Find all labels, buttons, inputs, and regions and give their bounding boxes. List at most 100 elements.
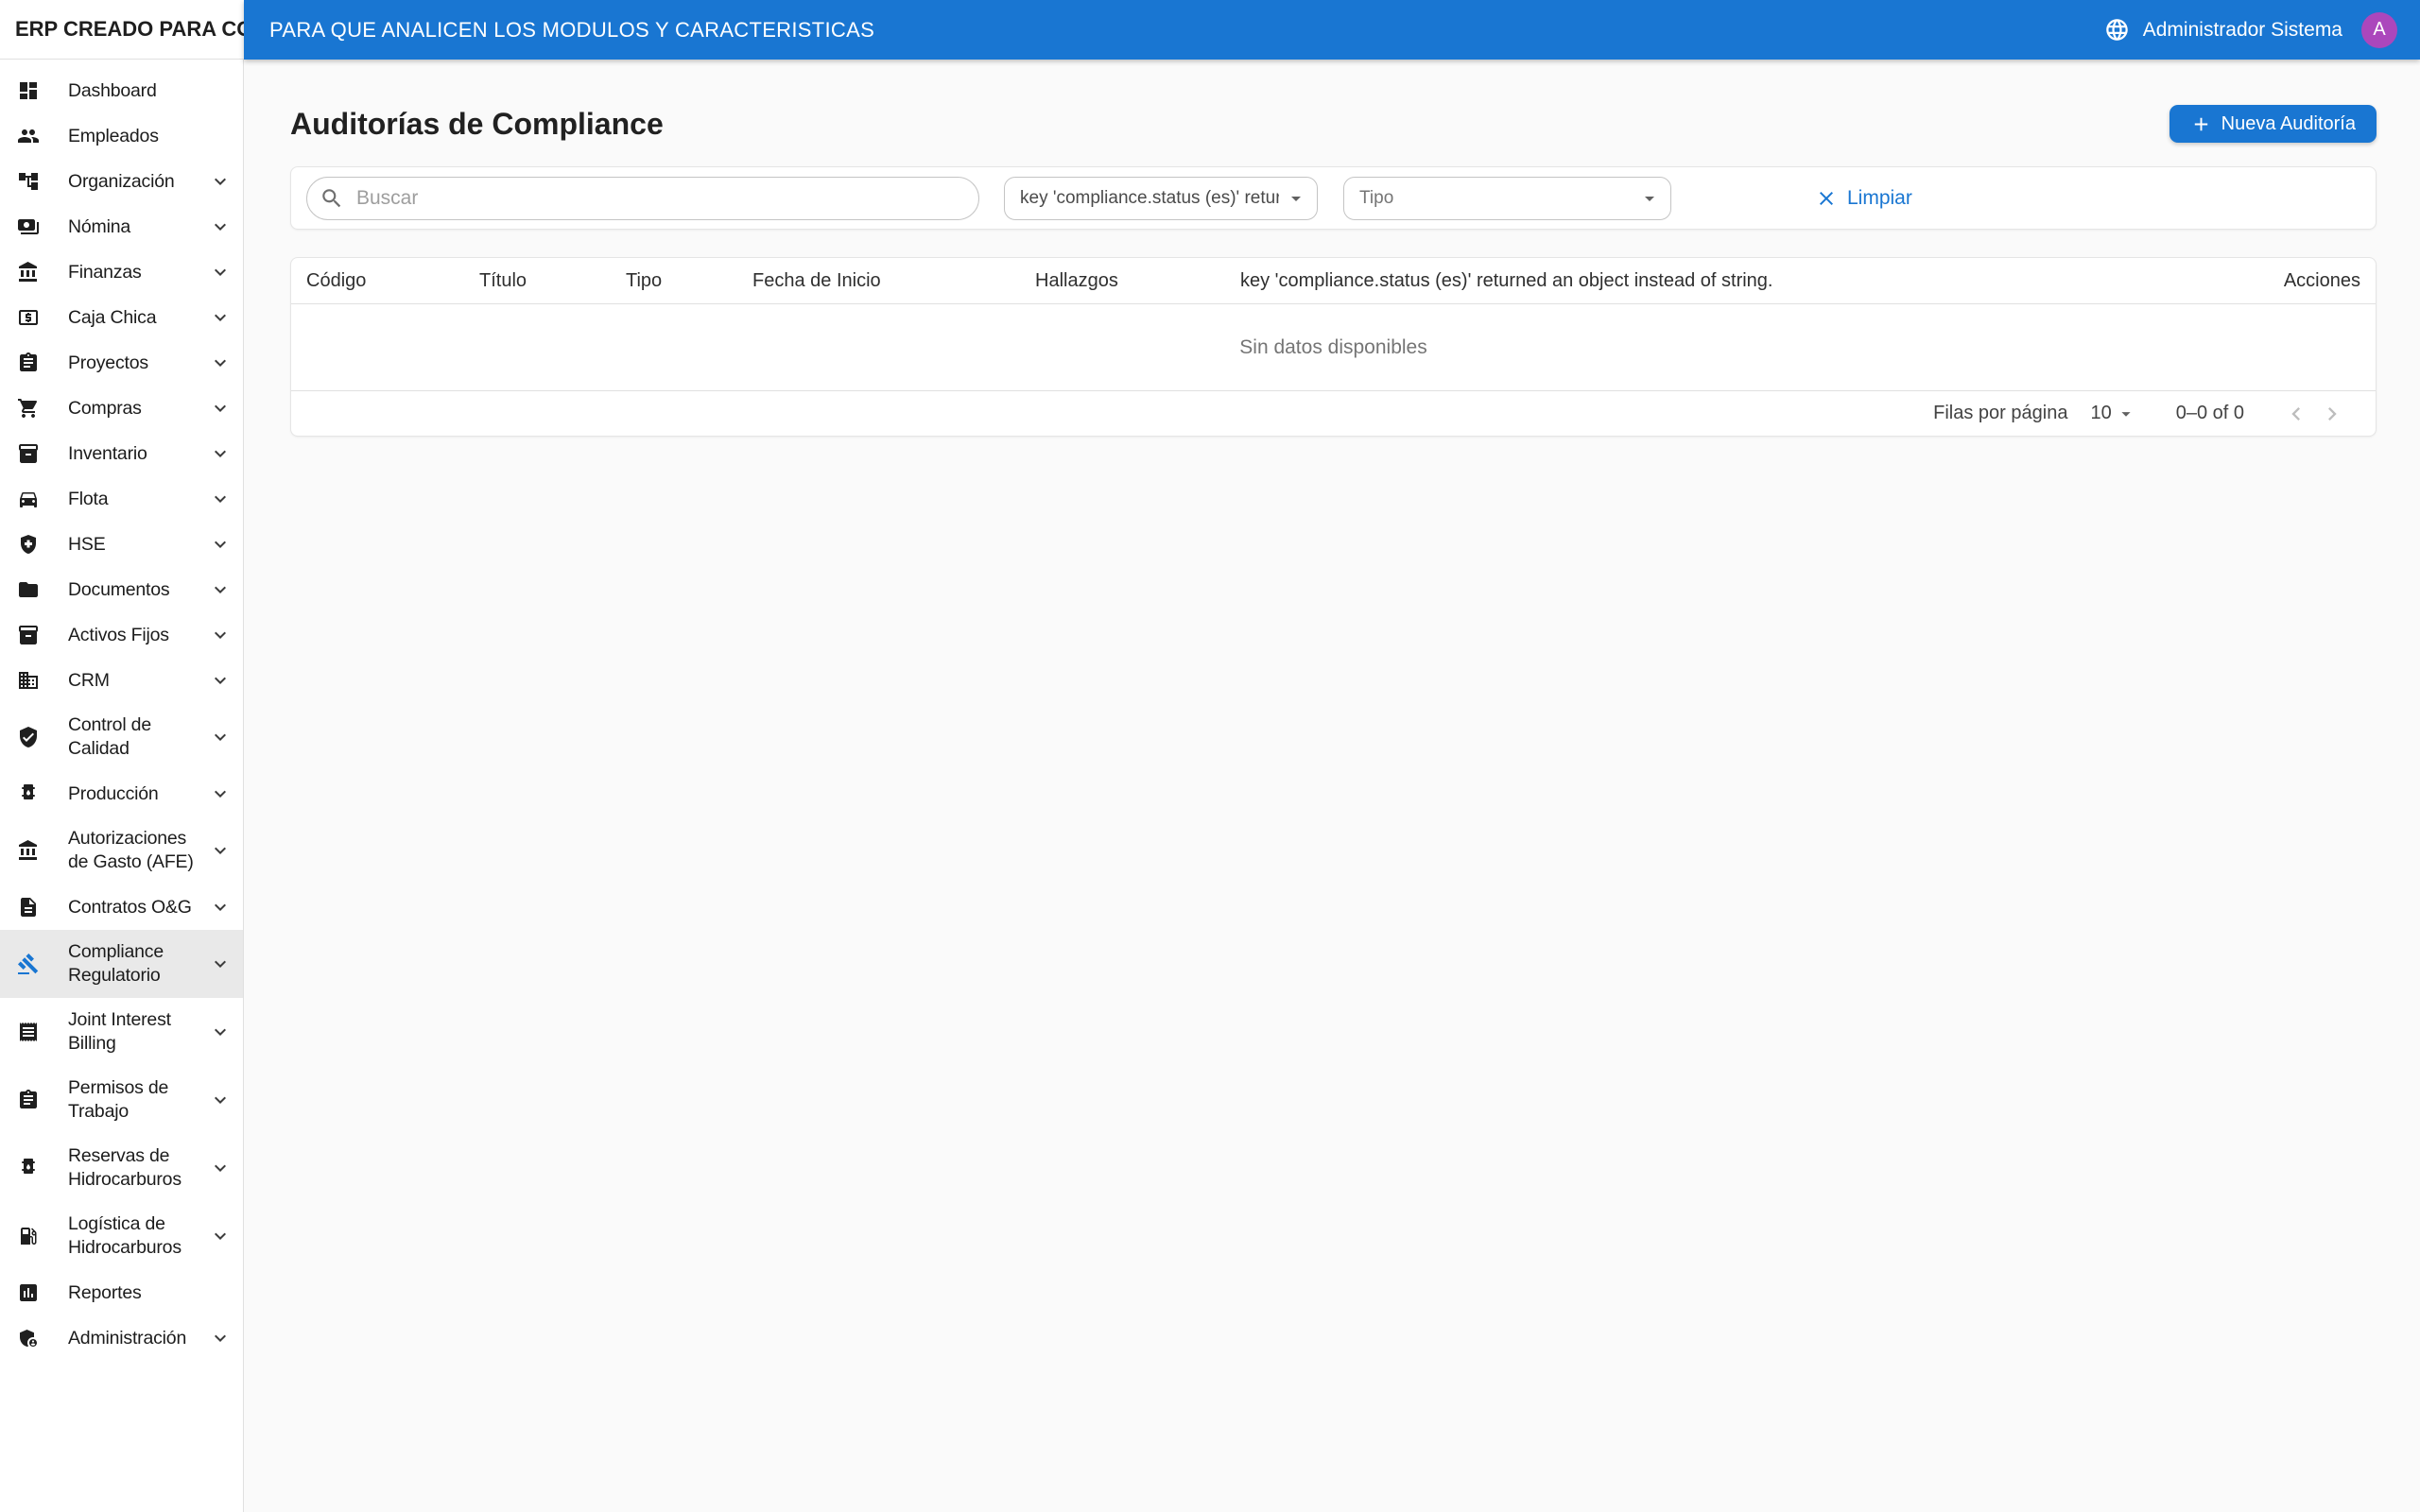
column-header-acciones: Acciones — [2284, 270, 2360, 292]
admin-shield-icon — [17, 1327, 40, 1349]
sidebar-item-label: Reportes — [68, 1281, 232, 1305]
caret-down-icon — [1638, 187, 1661, 210]
new-audit-button[interactable]: Nueva Auditoría — [2169, 105, 2377, 143]
chevron-down-icon — [209, 306, 232, 329]
sidebar-item-inventario[interactable]: Inventario — [0, 431, 243, 476]
sidebar-item-label: Caja Chica — [68, 306, 209, 330]
sidebar-item-label: Autorizaciones de Gasto (AFE) — [68, 827, 209, 874]
column-header: Fecha de Inicio — [752, 270, 1035, 292]
sidebar-item-label: Administración — [68, 1327, 209, 1350]
sidebar-item-crm[interactable]: CRM — [0, 658, 243, 703]
sidebar-item-organizaci-n[interactable]: Organización — [0, 159, 243, 204]
sidebar-item-label: Proyectos — [68, 352, 209, 375]
sidebar-item-n-mina[interactable]: Nómina — [0, 204, 243, 249]
sidebar-item-flota[interactable]: Flota — [0, 476, 243, 522]
sidebar-item-dashboard[interactable]: Dashboard — [0, 68, 243, 113]
chevron-down-icon — [209, 352, 232, 374]
sidebar-item-empleados[interactable]: Empleados — [0, 113, 243, 159]
sidebar-item-administraci-n[interactable]: Administración — [0, 1315, 243, 1361]
sidebar-brand: ERP CREADO PARA CO... — [0, 0, 244, 60]
sidebar-item-finanzas[interactable]: Finanzas — [0, 249, 243, 295]
clear-filters-button[interactable]: Limpiar — [1815, 187, 1912, 210]
sidebar-item-label: Joint Interest Billing — [68, 1008, 209, 1056]
appbar-title: PARA QUE ANALICEN LOS MODULOS Y CARACTER… — [269, 18, 874, 43]
oil-barrel-icon — [17, 782, 40, 805]
chevron-down-icon — [209, 839, 232, 862]
search-field-wrap — [306, 177, 979, 220]
car-icon — [17, 488, 40, 510]
chevron-down-icon — [209, 1225, 232, 1247]
sidebar-item-label: Logística de Hidrocarburos — [68, 1212, 209, 1260]
previous-page-button[interactable] — [2278, 396, 2314, 432]
document-icon — [17, 896, 40, 919]
sidebar-item-joint-interest-billing[interactable]: Joint Interest Billing — [0, 998, 243, 1066]
sidebar-item-compliance-regulatorio[interactable]: Compliance Regulatorio — [0, 930, 243, 998]
sidebar-item-activos-fijos[interactable]: Activos Fijos — [0, 612, 243, 658]
sidebar-item-hse[interactable]: HSE — [0, 522, 243, 567]
sidebar-item-label: Activos Fijos — [68, 624, 209, 647]
sidebar-item-producci-n[interactable]: Producción — [0, 771, 243, 816]
column-header: Tipo — [626, 270, 752, 292]
health-shield-icon — [17, 533, 40, 556]
chevron-down-icon — [209, 170, 232, 193]
clipboard-icon — [17, 352, 40, 374]
gas-pump-icon — [17, 1225, 40, 1247]
sidebar-item-contratos-o-g[interactable]: Contratos O&G — [0, 885, 243, 930]
building-icon — [17, 669, 40, 692]
sidebar-item-caja-chica[interactable]: Caja Chica — [0, 295, 243, 340]
sidebar-item-label: Contratos O&G — [68, 896, 209, 919]
table-empty-state: Sin datos disponibles — [291, 304, 2376, 390]
rows-per-page-select[interactable]: 10 — [2090, 403, 2135, 424]
sidebar-item-proyectos[interactable]: Proyectos — [0, 340, 243, 386]
caret-down-icon — [2116, 404, 2136, 424]
folder-icon — [17, 578, 40, 601]
chevron-down-icon — [209, 578, 232, 601]
gavel-icon — [17, 953, 40, 975]
table-header-row: CódigoTítuloTipoFecha de InicioHallazgos… — [291, 258, 2376, 304]
sidebar-item-log-stica-de-hidrocarburos[interactable]: Logística de Hidrocarburos — [0, 1202, 243, 1270]
avatar[interactable]: A — [2361, 12, 2397, 48]
sidebar-item-label: CRM — [68, 669, 209, 693]
caret-down-icon — [1285, 187, 1307, 210]
brand-title: ERP CREADO PARA CO... — [15, 17, 244, 42]
sidebar-item-label: Reservas de Hidrocarburos — [68, 1144, 209, 1192]
close-icon — [1815, 187, 1838, 210]
chevron-down-icon — [209, 782, 232, 805]
top-bar: ERP CREADO PARA CO... PARA QUE ANALICEN … — [0, 0, 2420, 60]
chevron-down-icon — [209, 1157, 232, 1179]
main-content: Auditorías de Compliance Nueva Auditoría — [244, 60, 2420, 1512]
clipboard-icon — [17, 1089, 40, 1111]
chevron-down-icon — [209, 1021, 232, 1043]
sidebar-item-label: Documentos — [68, 578, 209, 602]
verified-shield-icon — [17, 726, 40, 748]
oil-barrel-icon — [17, 1157, 40, 1179]
payments-icon — [17, 215, 40, 238]
appbar-right-group: Administrador Sistema A — [2104, 12, 2397, 48]
sidebar-item-autorizaciones-de-gasto-afe[interactable]: Autorizaciones de Gasto (AFE) — [0, 816, 243, 885]
report-chart-icon — [17, 1281, 40, 1304]
chevron-right-icon — [2319, 401, 2345, 427]
sidebar-item-label: Finanzas — [68, 261, 209, 284]
cart-icon — [17, 397, 40, 420]
sidebar-item-label: Permisos de Trabajo — [68, 1076, 209, 1124]
globe-icon[interactable] — [2104, 17, 2130, 43]
sidebar-item-documentos[interactable]: Documentos — [0, 567, 243, 612]
column-header: Título — [479, 270, 626, 292]
sidebar-item-permisos-de-trabajo[interactable]: Permisos de Trabajo — [0, 1066, 243, 1134]
search-input[interactable] — [306, 177, 979, 220]
status-filter-select[interactable]: key 'compliance.status (es)' returned an… — [1004, 177, 1318, 220]
sidebar-item-reportes[interactable]: Reportes — [0, 1270, 243, 1315]
sidebar-item-control-de-calidad[interactable]: Control de Calidad — [0, 703, 243, 771]
inventory-icon — [17, 624, 40, 646]
erp-app-window: ERP CREADO PARA CO... PARA QUE ANALICEN … — [0, 0, 2420, 1512]
next-page-button[interactable] — [2314, 396, 2350, 432]
sidebar-item-compras[interactable]: Compras — [0, 386, 243, 431]
column-header: Hallazgos — [1035, 270, 1240, 292]
chevron-down-icon — [209, 726, 232, 748]
chevron-left-icon — [2283, 401, 2309, 427]
chevron-down-icon — [209, 1089, 232, 1111]
tipo-filter-select[interactable]: Tipo — [1343, 177, 1671, 220]
tipo-filter-value: Tipo — [1359, 188, 1393, 209]
sidebar-item-label: Flota — [68, 488, 209, 511]
sidebar-item-reservas-de-hidrocarburos[interactable]: Reservas de Hidrocarburos — [0, 1134, 243, 1202]
